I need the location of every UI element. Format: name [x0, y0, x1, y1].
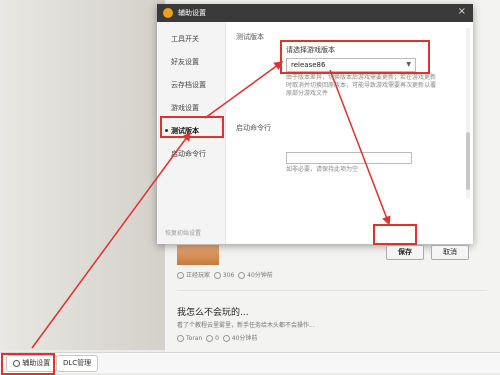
sidebar-item-tools[interactable]: 工具开关 — [171, 34, 199, 44]
avatar-icon — [177, 272, 184, 279]
clock-icon — [238, 272, 246, 279]
sidebar-item-cloud-save[interactable]: 云存档设置 — [171, 80, 206, 90]
close-icon[interactable]: × — [458, 6, 466, 17]
sidebar-item-launch-args[interactable]: 启动命令行 — [171, 149, 206, 159]
dlc-manage-button[interactable]: DLC管理 — [56, 355, 99, 372]
sidebar-item-friends[interactable]: 好友设置 — [171, 57, 199, 67]
restore-defaults-link[interactable]: 恢复初始设置 — [165, 228, 201, 237]
cancel-button[interactable]: 取消 — [431, 245, 469, 260]
launch-args-note: 如非必要，请保持此项为空 — [286, 166, 359, 173]
section-launch-args: 启动命令行 — [236, 124, 271, 132]
post-meta-1: 正经玩家 306 40分钟前 — [177, 270, 273, 279]
save-button[interactable]: 保存 — [386, 245, 424, 260]
post-title[interactable]: 我怎么不会玩的... — [177, 305, 249, 318]
scrollbar-thumb[interactable] — [466, 132, 470, 190]
background-artwork — [0, 0, 175, 350]
app-logo-icon — [163, 8, 173, 18]
divider — [177, 290, 487, 291]
avatar-icon — [177, 335, 184, 342]
dialog-titlebar: 辅助设置 × — [157, 4, 473, 22]
post-meta-2: Toran 0 40分钟前 — [177, 333, 257, 342]
views-icon — [206, 335, 214, 342]
clock-icon — [222, 335, 230, 342]
version-note: 由于版本差异，切换版本后游戏需要更新；若在游戏更新时取消并切换回原版本，可能导致… — [286, 74, 437, 97]
launch-args-input[interactable] — [286, 152, 412, 164]
post-thumbnail[interactable] — [177, 245, 219, 265]
post-description: 看了个教程云里雾里，新手任务给木头都不会操作... — [177, 322, 315, 329]
highlight-save-button — [373, 224, 417, 245]
highlight-test-version — [160, 116, 224, 138]
sidebar-item-game[interactable]: 游戏设置 — [171, 103, 199, 113]
views-icon — [213, 272, 221, 279]
section-test-version: 测试版本 — [236, 33, 264, 41]
highlight-version-select — [280, 40, 430, 74]
dialog-title: 辅助设置 — [178, 9, 206, 17]
